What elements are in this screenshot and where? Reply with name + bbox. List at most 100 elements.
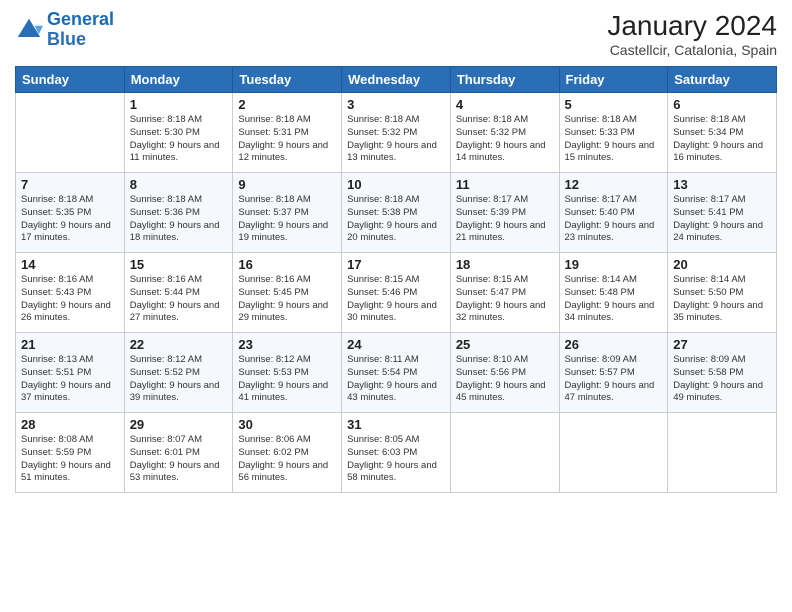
day-info: Sunrise: 8:09 AM Sunset: 5:58 PM Dayligh… (673, 354, 771, 405)
day-info: Sunrise: 8:18 AM Sunset: 5:36 PM Dayligh… (130, 194, 228, 245)
calendar-cell: 30Sunrise: 8:06 AM Sunset: 6:02 PM Dayli… (233, 413, 342, 493)
day-info: Sunrise: 8:18 AM Sunset: 5:34 PM Dayligh… (673, 114, 771, 165)
day-number: 25 (456, 337, 554, 352)
day-info: Sunrise: 8:08 AM Sunset: 5:59 PM Dayligh… (21, 434, 119, 485)
calendar-week-3: 14 Sunrise: 8:16 AM Sunset: 5:43 PM Dayli… (16, 253, 777, 333)
day-info: Sunrise: 8:09 AM Sunset: 5:57 PM Dayligh… (565, 354, 663, 405)
calendar-cell: 12Sunrise: 8:17 AM Sunset: 5:40 PM Dayli… (559, 173, 668, 253)
calendar-cell: 8 Sunrise: 8:18 AM Sunset: 5:36 PM Daylig… (124, 173, 233, 253)
col-sunday: Sunday (16, 67, 125, 93)
day-info: Sunrise: 8:05 AM Sunset: 6:03 PM Dayligh… (347, 434, 445, 485)
calendar-cell (16, 93, 125, 173)
calendar-cell: 1 Sunrise: 8:18 AM Sunset: 5:30 PM Daylig… (124, 93, 233, 173)
col-friday: Friday (559, 67, 668, 93)
day-number: 31 (347, 417, 445, 432)
day-info: Sunrise: 8:14 AM Sunset: 5:48 PM Dayligh… (565, 274, 663, 325)
day-number: 2 (238, 97, 336, 112)
day-info: Sunrise: 8:11 AM Sunset: 5:54 PM Dayligh… (347, 354, 445, 405)
location: Castellcir, Catalonia, Spain (607, 42, 777, 58)
calendar-cell: 14 Sunrise: 8:16 AM Sunset: 5:43 PM Dayli… (16, 253, 125, 333)
day-number: 6 (673, 97, 771, 112)
day-number: 20 (673, 257, 771, 272)
day-number: 22 (130, 337, 228, 352)
day-number: 3 (347, 97, 445, 112)
calendar-table: Sunday Monday Tuesday Wednesday Thursday… (15, 66, 777, 493)
day-number: 16 (238, 257, 336, 272)
calendar-cell: 17Sunrise: 8:15 AM Sunset: 5:46 PM Dayli… (342, 253, 451, 333)
calendar-cell: 28 Sunrise: 8:08 AM Sunset: 5:59 PM Dayli… (16, 413, 125, 493)
col-saturday: Saturday (668, 67, 777, 93)
calendar-cell: 19Sunrise: 8:14 AM Sunset: 5:48 PM Dayli… (559, 253, 668, 333)
day-info: Sunrise: 8:07 AM Sunset: 6:01 PM Dayligh… (130, 434, 228, 485)
day-info: Sunrise: 8:15 AM Sunset: 5:47 PM Dayligh… (456, 274, 554, 325)
page-container: General Blue January 2024 Castellcir, Ca… (0, 0, 792, 503)
calendar-week-4: 21 Sunrise: 8:13 AM Sunset: 5:51 PM Dayli… (16, 333, 777, 413)
logo-line1: General (47, 9, 114, 29)
calendar-cell: 16Sunrise: 8:16 AM Sunset: 5:45 PM Dayli… (233, 253, 342, 333)
day-number: 23 (238, 337, 336, 352)
calendar-week-5: 28 Sunrise: 8:08 AM Sunset: 5:59 PM Dayli… (16, 413, 777, 493)
day-info: Sunrise: 8:17 AM Sunset: 5:39 PM Dayligh… (456, 194, 554, 245)
day-number: 28 (21, 417, 119, 432)
day-info: Sunrise: 8:18 AM Sunset: 5:30 PM Dayligh… (130, 114, 228, 165)
day-number: 30 (238, 417, 336, 432)
calendar-cell: 26 Sunrise: 8:09 AM Sunset: 5:57 PM Dayli… (559, 333, 668, 413)
day-info: Sunrise: 8:18 AM Sunset: 5:32 PM Dayligh… (347, 114, 445, 165)
day-number: 13 (673, 177, 771, 192)
calendar-cell: 10 Sunrise: 8:18 AM Sunset: 5:38 PM Dayli… (342, 173, 451, 253)
day-info: Sunrise: 8:16 AM Sunset: 5:43 PM Dayligh… (21, 274, 119, 325)
day-info: Sunrise: 8:16 AM Sunset: 5:44 PM Dayligh… (130, 274, 228, 325)
day-number: 12 (565, 177, 663, 192)
calendar-cell (668, 413, 777, 493)
day-number: 4 (456, 97, 554, 112)
day-number: 27 (673, 337, 771, 352)
logo-icon (15, 16, 43, 44)
day-number: 18 (456, 257, 554, 272)
day-info: Sunrise: 8:12 AM Sunset: 5:52 PM Dayligh… (130, 354, 228, 405)
day-number: 26 (565, 337, 663, 352)
day-number: 11 (456, 177, 554, 192)
calendar-cell: 27 Sunrise: 8:09 AM Sunset: 5:58 PM Dayli… (668, 333, 777, 413)
month-title: January 2024 (607, 10, 777, 42)
day-number: 5 (565, 97, 663, 112)
day-number: 1 (130, 97, 228, 112)
calendar-cell: 13Sunrise: 8:17 AM Sunset: 5:41 PM Dayli… (668, 173, 777, 253)
calendar-cell (559, 413, 668, 493)
logo: General Blue (15, 10, 114, 50)
day-info: Sunrise: 8:15 AM Sunset: 5:46 PM Dayligh… (347, 274, 445, 325)
day-info: Sunrise: 8:14 AM Sunset: 5:50 PM Dayligh… (673, 274, 771, 325)
logo-line2: Blue (47, 29, 86, 49)
calendar-cell: 9Sunrise: 8:18 AM Sunset: 5:37 PM Daylig… (233, 173, 342, 253)
day-number: 14 (21, 257, 119, 272)
day-info: Sunrise: 8:10 AM Sunset: 5:56 PM Dayligh… (456, 354, 554, 405)
calendar-cell: 29 Sunrise: 8:07 AM Sunset: 6:01 PM Dayli… (124, 413, 233, 493)
calendar-cell: 22 Sunrise: 8:12 AM Sunset: 5:52 PM Dayli… (124, 333, 233, 413)
day-number: 8 (130, 177, 228, 192)
col-wednesday: Wednesday (342, 67, 451, 93)
day-number: 10 (347, 177, 445, 192)
header: General Blue January 2024 Castellcir, Ca… (15, 10, 777, 58)
day-number: 29 (130, 417, 228, 432)
calendar-header-row: Sunday Monday Tuesday Wednesday Thursday… (16, 67, 777, 93)
calendar-week-2: 7Sunrise: 8:18 AM Sunset: 5:35 PM Daylig… (16, 173, 777, 253)
day-info: Sunrise: 8:13 AM Sunset: 5:51 PM Dayligh… (21, 354, 119, 405)
calendar-cell: 20 Sunrise: 8:14 AM Sunset: 5:50 PM Dayli… (668, 253, 777, 333)
calendar-cell: 4 Sunrise: 8:18 AM Sunset: 5:32 PM Daylig… (450, 93, 559, 173)
calendar-cell: 31 Sunrise: 8:05 AM Sunset: 6:03 PM Dayli… (342, 413, 451, 493)
day-info: Sunrise: 8:18 AM Sunset: 5:35 PM Dayligh… (21, 194, 119, 245)
calendar-cell: 23Sunrise: 8:12 AM Sunset: 5:53 PM Dayli… (233, 333, 342, 413)
day-number: 21 (21, 337, 119, 352)
day-info: Sunrise: 8:18 AM Sunset: 5:32 PM Dayligh… (456, 114, 554, 165)
calendar-cell: 15 Sunrise: 8:16 AM Sunset: 5:44 PM Dayli… (124, 253, 233, 333)
title-block: January 2024 Castellcir, Catalonia, Spai… (607, 10, 777, 58)
calendar-cell: 2 Sunrise: 8:18 AM Sunset: 5:31 PM Daylig… (233, 93, 342, 173)
calendar-cell: 7Sunrise: 8:18 AM Sunset: 5:35 PM Daylig… (16, 173, 125, 253)
logo-text: General Blue (47, 10, 114, 50)
day-info: Sunrise: 8:18 AM Sunset: 5:37 PM Dayligh… (238, 194, 336, 245)
day-info: Sunrise: 8:18 AM Sunset: 5:31 PM Dayligh… (238, 114, 336, 165)
day-info: Sunrise: 8:18 AM Sunset: 5:38 PM Dayligh… (347, 194, 445, 245)
day-number: 24 (347, 337, 445, 352)
day-number: 15 (130, 257, 228, 272)
calendar-cell: 24 Sunrise: 8:11 AM Sunset: 5:54 PM Dayli… (342, 333, 451, 413)
calendar-cell: 21 Sunrise: 8:13 AM Sunset: 5:51 PM Dayli… (16, 333, 125, 413)
